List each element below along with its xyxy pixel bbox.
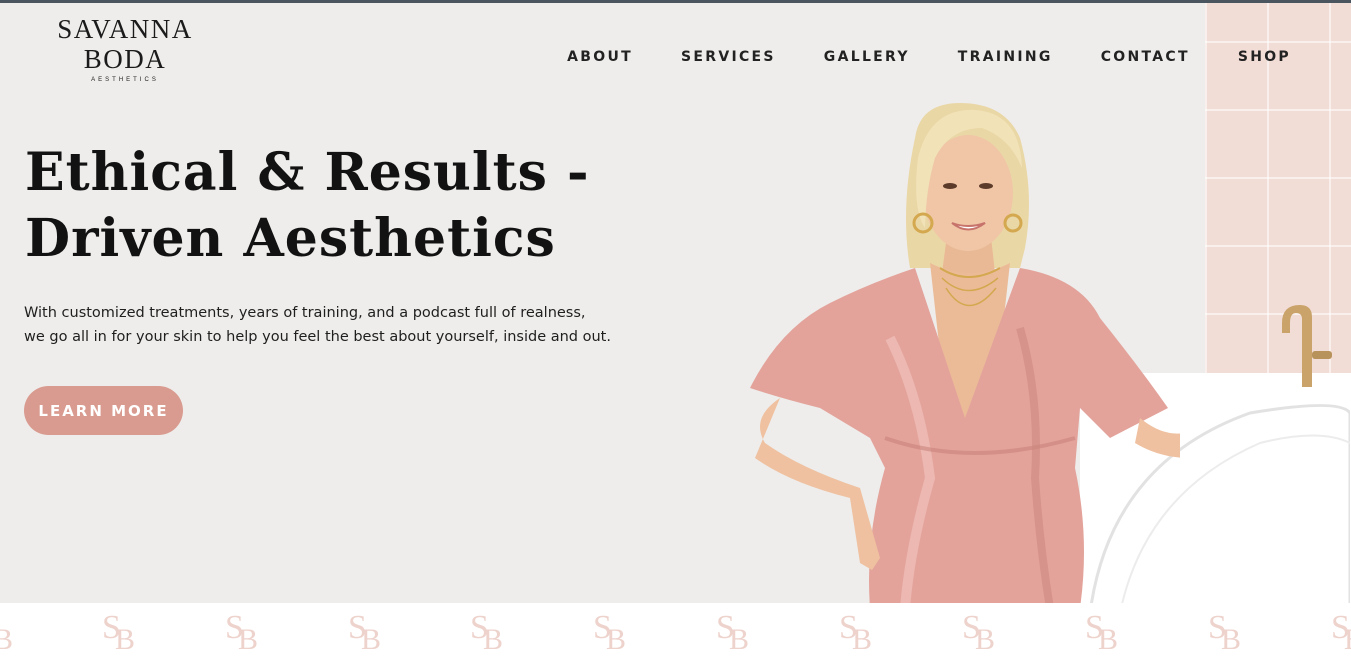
- monogram-icon: SB: [102, 609, 136, 656]
- hero-portrait-image: [750, 103, 1180, 603]
- monogram-icon: SB: [1208, 609, 1242, 656]
- monogram-icon: SB: [1085, 609, 1119, 656]
- hero-headline: Ethical & Results - Driven Aesthetics: [25, 140, 645, 272]
- headline-line1: Ethical & Results -: [25, 142, 590, 203]
- monogram-icon: SB: [1331, 609, 1351, 656]
- nav-contact[interactable]: CONTACT: [1101, 49, 1190, 65]
- nav-shop[interactable]: SHOP: [1238, 49, 1291, 65]
- monogram-icon: SB: [470, 609, 504, 656]
- logo-subtitle: AESTHETICS: [91, 77, 159, 83]
- nav-training[interactable]: TRAINING: [958, 49, 1053, 65]
- description-line2: we go all in for your skin to help you f…: [24, 329, 611, 345]
- monogram-icon: SB: [962, 609, 996, 656]
- monogram-icon: SB: [593, 609, 627, 656]
- main-nav: ABOUT SERVICES GALLERY TRAINING CONTACT …: [519, 49, 1291, 65]
- monogram-icon: SB: [225, 609, 259, 656]
- logo-name-line2: BODA: [83, 44, 167, 74]
- faucet-image: [1282, 305, 1332, 387]
- nav-about[interactable]: ABOUT: [567, 49, 633, 65]
- learn-more-button[interactable]: LEARN MORE: [24, 386, 183, 435]
- headline-line2: Driven Aesthetics: [25, 208, 556, 269]
- nav-gallery[interactable]: GALLERY: [824, 49, 910, 65]
- monogram-pattern-strip: SB SB SB SB SB SB SB SB SB SB SB SB: [0, 603, 1351, 668]
- nav-services[interactable]: SERVICES: [681, 49, 776, 65]
- description-line1: With customized treatments, years of tra…: [24, 305, 586, 321]
- monogram-icon: SB: [0, 623, 14, 656]
- monogram-icon: SB: [348, 609, 382, 656]
- logo-name-line1: SAVANNA: [57, 14, 193, 44]
- monogram-icon: SB: [716, 609, 750, 656]
- monogram-icon: SB: [839, 609, 873, 656]
- hero-description: With customized treatments, years of tra…: [24, 301, 624, 349]
- brand-logo[interactable]: SAVANNA BODA AESTHETICS: [30, 14, 220, 83]
